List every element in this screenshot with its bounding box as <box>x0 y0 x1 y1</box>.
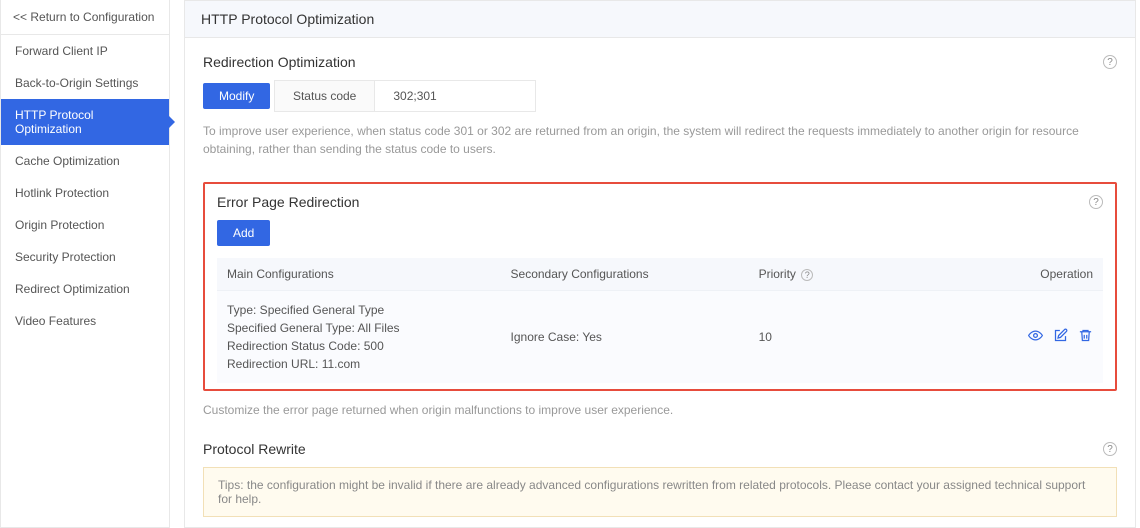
redirection-optimization-title: Redirection Optimization <box>203 54 356 70</box>
config-status-code: Redirection Status Code: 500 <box>227 337 491 355</box>
help-icon[interactable]: ? <box>1103 442 1117 456</box>
col-main-configurations: Main Configurations <box>217 258 501 291</box>
sidebar-item-http-protocol-optimization[interactable]: HTTP Protocol Optimization <box>1 99 169 145</box>
delete-icon[interactable] <box>1078 328 1093 343</box>
error-page-redirection-highlight: Error Page Redirection ? Add Main Config… <box>203 182 1117 391</box>
error-page-redirection-desc: Customize the error page returned when o… <box>203 401 1117 419</box>
protocol-rewrite-section: Protocol Rewrite ? Tips: the configurati… <box>203 441 1117 517</box>
col-priority: Priority ? <box>749 258 926 291</box>
sidebar: << Return to Configuration Forward Clien… <box>0 0 170 528</box>
sidebar-item-redirect-optimization[interactable]: Redirect Optimization <box>1 273 169 305</box>
modify-button[interactable]: Modify <box>203 83 270 109</box>
sidebar-item-origin-protection[interactable]: Origin Protection <box>1 209 169 241</box>
sidebar-item-cache-optimization[interactable]: Cache Optimization <box>1 145 169 177</box>
page-title: HTTP Protocol Optimization <box>184 0 1136 38</box>
protocol-rewrite-title: Protocol Rewrite <box>203 441 306 457</box>
config-url: Redirection URL: 11.com <box>227 355 491 373</box>
config-type: Type: Specified General Type <box>227 301 491 319</box>
table-row: Type: Specified General Type Specified G… <box>217 291 1103 384</box>
priority-value: 10 <box>749 291 926 384</box>
redirection-optimization-desc: To improve user experience, when status … <box>203 122 1117 158</box>
sidebar-item-hotlink-protection[interactable]: Hotlink Protection <box>1 177 169 209</box>
status-code-value: 302;301 <box>375 81 535 111</box>
status-code-label: Status code <box>275 81 375 111</box>
main-content: HTTP Protocol Optimization Redirection O… <box>170 0 1140 528</box>
help-icon[interactable]: ? <box>1103 55 1117 69</box>
error-redirection-table: Main Configurations Secondary Configurat… <box>217 258 1103 383</box>
help-icon[interactable]: ? <box>801 269 813 281</box>
redirection-optimization-section: Redirection Optimization ? Modify Status… <box>203 54 1117 158</box>
error-page-redirection-title: Error Page Redirection <box>217 194 359 210</box>
col-operation: Operation <box>926 258 1103 291</box>
status-code-table: Status code 302;301 <box>274 80 536 112</box>
add-button[interactable]: Add <box>217 220 270 246</box>
edit-icon[interactable] <box>1053 328 1068 343</box>
config-general-type: Specified General Type: All Files <box>227 319 491 337</box>
sidebar-item-video-features[interactable]: Video Features <box>1 305 169 337</box>
sidebar-item-back-to-origin-settings[interactable]: Back-to-Origin Settings <box>1 67 169 99</box>
secondary-config-value: Ignore Case: Yes <box>501 291 749 384</box>
return-to-configuration-link[interactable]: << Return to Configuration <box>1 0 169 35</box>
protocol-rewrite-tips: Tips: the configuration might be invalid… <box>203 467 1117 517</box>
sidebar-item-forward-client-ip[interactable]: Forward Client IP <box>1 35 169 67</box>
view-icon[interactable] <box>1028 328 1043 343</box>
sidebar-item-security-protection[interactable]: Security Protection <box>1 241 169 273</box>
col-secondary-configurations: Secondary Configurations <box>501 258 749 291</box>
help-icon[interactable]: ? <box>1089 195 1103 209</box>
